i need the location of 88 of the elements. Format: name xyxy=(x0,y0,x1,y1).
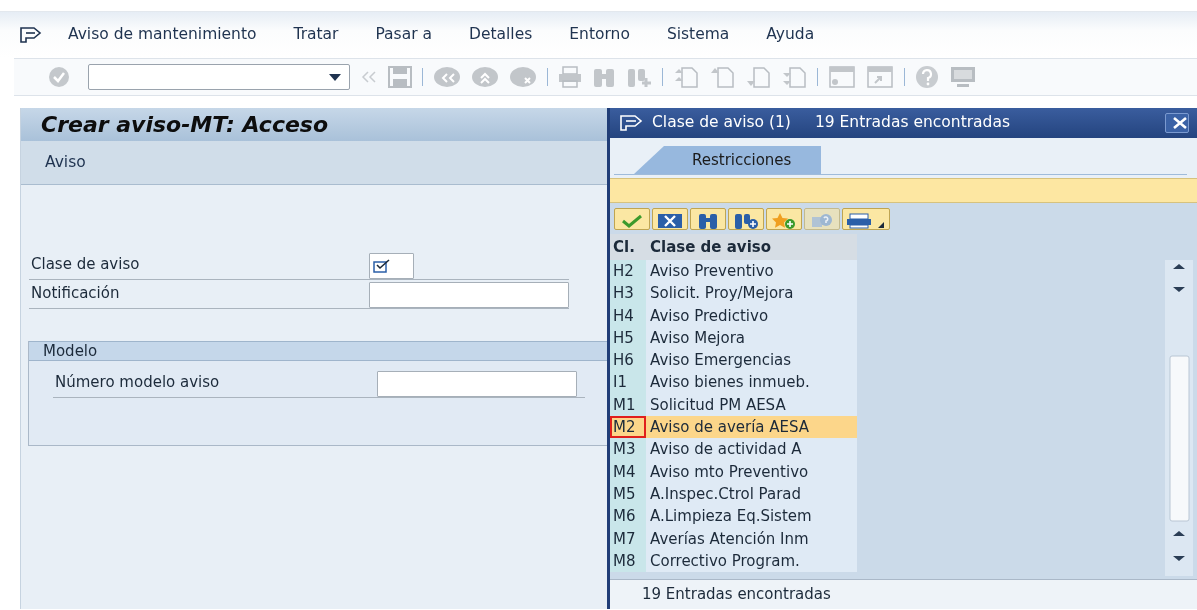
dialog-title: Clase de aviso (1) xyxy=(652,112,791,134)
print-icon[interactable] xyxy=(558,66,582,88)
shortcut-icon[interactable] xyxy=(866,66,894,88)
check-button[interactable] xyxy=(614,207,650,230)
table-cell[interactable]: Aviso Preventivo xyxy=(646,260,857,283)
table-cell[interactable]: H2 xyxy=(610,260,646,283)
field-label: Número modelo aviso xyxy=(54,371,221,393)
table-cell[interactable]: M5 xyxy=(610,482,646,506)
find-button[interactable] xyxy=(690,207,726,230)
table-cell[interactable]: M7 xyxy=(610,527,646,550)
cancel-button[interactable] xyxy=(652,207,688,230)
dropdown-icon[interactable] xyxy=(329,74,341,81)
table-cell[interactable]: Averías Atención Inm xyxy=(646,527,857,550)
field-label: Clase de aviso xyxy=(30,253,141,275)
menu-item[interactable]: Detalles xyxy=(469,23,533,47)
column-header[interactable]: Clase de aviso xyxy=(646,234,857,260)
column-header[interactable]: Cl. xyxy=(610,234,646,260)
help-icon[interactable] xyxy=(915,65,939,89)
menu-item[interactable]: Entorno xyxy=(569,23,630,47)
back-icon[interactable] xyxy=(433,66,461,88)
print-button[interactable] xyxy=(842,207,890,230)
table-cell[interactable]: M6 xyxy=(610,505,646,528)
table-cell[interactable]: M4 xyxy=(610,460,646,483)
table-cell[interactable]: M2 xyxy=(610,416,646,439)
print-icon xyxy=(846,213,886,229)
table-cell[interactable]: H6 xyxy=(610,349,646,372)
table-cell[interactable]: Aviso bienes inmueb. xyxy=(646,371,857,394)
cancel-icon[interactable] xyxy=(509,66,537,88)
tab[interactable]: Restricciones xyxy=(634,146,822,174)
input-field[interactable] xyxy=(369,282,569,308)
close-button[interactable] xyxy=(1165,113,1189,133)
close-icon xyxy=(1172,117,1188,129)
enter-icon[interactable] xyxy=(48,66,70,88)
first-page-icon[interactable] xyxy=(673,66,699,88)
next-page-icon[interactable] xyxy=(745,66,771,88)
menu-item[interactable]: Tratar xyxy=(293,23,339,47)
table-cell[interactable]: Aviso mto Preventivo xyxy=(646,460,857,483)
menu-item[interactable]: Sistema xyxy=(666,23,730,47)
star-plus-icon xyxy=(771,212,797,230)
screen-title: Crear aviso-MT: Acceso xyxy=(41,111,329,139)
back-icon[interactable] xyxy=(360,70,378,84)
table-cell[interactable]: A.Limpieza Eq.Sistem xyxy=(646,505,857,528)
up-icon[interactable] xyxy=(471,66,499,88)
find-next-button[interactable] xyxy=(728,207,764,230)
cancel-icon xyxy=(657,213,683,229)
binoculars-icon[interactable] xyxy=(592,66,616,88)
table-cell[interactable]: Aviso Mejora xyxy=(646,326,857,350)
table-cell[interactable]: M3 xyxy=(610,438,646,461)
binoculars-plus-icon[interactable] xyxy=(626,66,652,88)
table-cell[interactable]: Aviso de actividad A xyxy=(646,438,857,461)
table-cell[interactable]: H5 xyxy=(610,326,646,350)
menu-item[interactable]: Pasar a xyxy=(375,23,432,47)
table-cell[interactable]: Aviso Predictivo xyxy=(646,304,857,327)
new-session-icon[interactable] xyxy=(828,66,856,88)
table-cell[interactable]: Correctivo Program. xyxy=(646,549,857,573)
field-label: Notificación xyxy=(30,282,121,304)
table-cell[interactable]: Solicit. Proy/Mejora xyxy=(646,282,857,305)
menu-item[interactable]: Ayuda xyxy=(766,23,815,47)
required-icon xyxy=(373,259,391,273)
group-title: Modelo xyxy=(43,340,98,362)
binoculars-plus-icon xyxy=(733,213,759,229)
previous-page-icon[interactable] xyxy=(709,66,735,88)
table-cell[interactable]: Solicitud PM AESA xyxy=(646,393,857,417)
input-field[interactable] xyxy=(369,253,414,279)
table-cell[interactable]: A.Inspec.Ctrol Parad xyxy=(646,482,857,506)
table-cell[interactable]: M1 xyxy=(610,393,646,417)
add-favorite-button[interactable] xyxy=(766,207,802,230)
input-field[interactable] xyxy=(377,371,577,397)
command-field[interactable] xyxy=(88,64,350,90)
info-button[interactable] xyxy=(804,207,840,230)
aviso-button[interactable]: Aviso xyxy=(45,150,86,175)
last-page-icon[interactable] xyxy=(781,66,807,88)
table-cell[interactable]: Aviso de avería AESA xyxy=(646,416,857,439)
table-cell[interactable]: M8 xyxy=(610,549,646,573)
save-icon[interactable] xyxy=(388,66,412,88)
menu-item[interactable]: Aviso de mantenimiento xyxy=(68,23,257,47)
dialog-subtitle: 19 Entradas encontradas xyxy=(814,112,1010,134)
checkmark-icon xyxy=(621,214,643,228)
monitor-icon[interactable] xyxy=(949,66,977,88)
table-cell[interactable]: I1 xyxy=(610,371,646,394)
table-cell[interactable]: Aviso Emergencias xyxy=(646,349,857,372)
table-cell[interactable]: H3 xyxy=(610,282,646,305)
status-text: 19 Entradas encontradas xyxy=(642,584,831,606)
menu-icon[interactable] xyxy=(20,27,42,43)
dialog-icon xyxy=(620,115,644,131)
help-icon xyxy=(810,213,834,229)
binoculars-icon xyxy=(697,213,719,229)
table-cell[interactable]: H4 xyxy=(610,304,646,327)
